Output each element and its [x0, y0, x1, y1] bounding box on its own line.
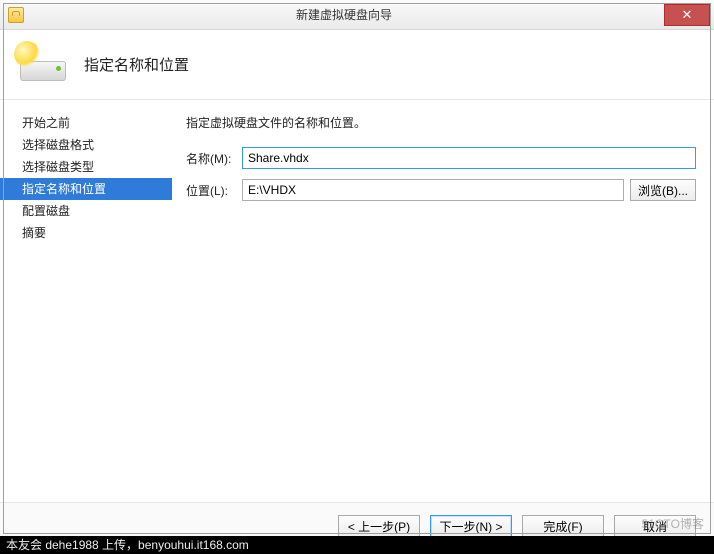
- instruction-text: 指定虚拟硬盘文件的名称和位置。: [186, 114, 696, 131]
- step-label: 指定名称和位置: [22, 182, 106, 196]
- location-input[interactable]: [242, 179, 624, 201]
- step-configure-disk[interactable]: 配置磁盘: [0, 200, 172, 222]
- step-disk-format[interactable]: 选择磁盘格式: [0, 134, 172, 156]
- main-panel: 指定虚拟硬盘文件的名称和位置。 名称(M): 位置(L): 浏览(B)...: [172, 100, 714, 502]
- name-row: 名称(M):: [186, 147, 696, 169]
- close-icon: ✕: [682, 7, 693, 23]
- finish-button[interactable]: 完成(F): [522, 515, 604, 538]
- step-label: 选择磁盘类型: [22, 160, 94, 174]
- window-title: 新建虚拟硬盘向导: [24, 6, 664, 23]
- step-summary[interactable]: 摘要: [0, 222, 172, 244]
- disk-icon: [14, 41, 70, 89]
- previous-button[interactable]: < 上一步(P): [338, 515, 420, 538]
- step-label: 摘要: [22, 226, 46, 240]
- titlebar: 新建虚拟硬盘向导 ✕: [0, 0, 714, 30]
- watermark-text: 51CTO博客: [642, 515, 704, 532]
- location-row: 位置(L): 浏览(B)...: [186, 179, 696, 201]
- step-disk-type[interactable]: 选择磁盘类型: [0, 156, 172, 178]
- browse-button[interactable]: 浏览(B)...: [630, 179, 696, 201]
- step-label: 选择磁盘格式: [22, 138, 94, 152]
- caption-strip: 本友会 dehe1988 上传，benyouhui.it168.com: [0, 536, 714, 554]
- step-label: 开始之前: [22, 116, 70, 130]
- location-label: 位置(L):: [186, 182, 242, 199]
- wizard-header: 指定名称和位置: [0, 30, 714, 100]
- name-input[interactable]: [242, 147, 696, 169]
- next-button[interactable]: 下一步(N) >: [430, 515, 512, 538]
- close-button[interactable]: ✕: [664, 4, 710, 26]
- page-title: 指定名称和位置: [84, 54, 189, 75]
- step-name-location[interactable]: 指定名称和位置: [0, 178, 172, 200]
- name-label: 名称(M):: [186, 150, 242, 167]
- wizard-body: 开始之前 选择磁盘格式 选择磁盘类型 指定名称和位置 配置磁盘 摘要 指定虚拟硬…: [0, 100, 714, 502]
- step-before-begin[interactable]: 开始之前: [0, 112, 172, 134]
- app-icon: [8, 7, 24, 23]
- step-label: 配置磁盘: [22, 204, 70, 218]
- wizard-steps: 开始之前 选择磁盘格式 选择磁盘类型 指定名称和位置 配置磁盘 摘要: [0, 100, 172, 502]
